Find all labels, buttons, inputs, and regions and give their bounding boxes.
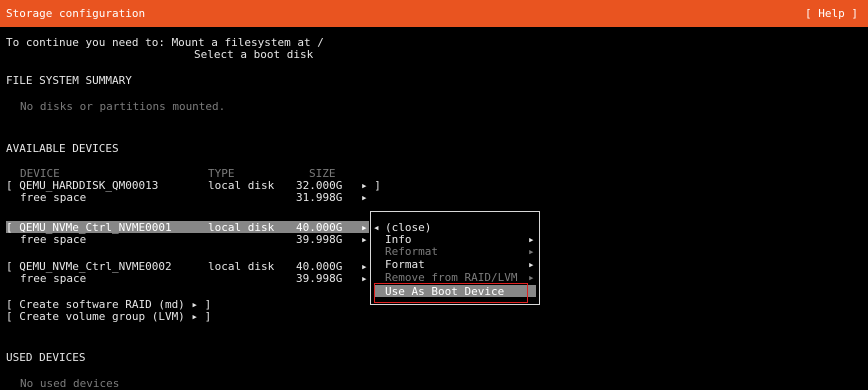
create-lvm-button[interactable]: [ Create volume group (LVM) ▸ ]	[6, 311, 211, 322]
chevron-right-icon: ▸	[528, 258, 535, 271]
highlight-box	[374, 283, 528, 303]
device-size: 40.000G	[296, 260, 343, 273]
menu-item-label: Reformat	[385, 245, 438, 258]
help-button[interactable]: [ Help ]	[805, 8, 858, 19]
menu-item-label: Remove from RAID/LVM	[385, 271, 518, 284]
device-name: [ QEMU_NVMe_Ctrl_NVME0002	[6, 260, 172, 273]
device-type: local disk	[208, 221, 275, 234]
free-space-label: free space	[20, 191, 87, 204]
free-space-label: free space	[20, 233, 87, 246]
free-space-size: 31.998G	[296, 191, 343, 204]
device-size: 32.000G	[296, 179, 343, 192]
menu-item-label: Format	[385, 258, 425, 271]
free-space-size: 39.998G	[296, 272, 343, 285]
free-space-arrow[interactable]: ▸	[361, 192, 368, 203]
device-type: local disk	[208, 260, 275, 273]
menu-item-label: Info	[385, 233, 412, 246]
device-name: [ QEMU_NVMe_Ctrl_NVME0001	[6, 221, 172, 234]
page-title: Storage configuration	[6, 7, 146, 20]
column-header-type: TYPE	[208, 167, 235, 180]
chevron-right-icon: ▸	[528, 271, 535, 284]
device-menu-arrow[interactable]: ▸	[361, 222, 368, 233]
fs-summary-empty: No disks or partitions mounted.	[20, 100, 226, 113]
device-menu-arrow[interactable]: ▸	[361, 261, 368, 272]
free-space-label: free space	[20, 272, 87, 285]
available-devices-heading: AVAILABLE DEVICES	[6, 142, 119, 155]
device-menu-arrow[interactable]: ▸ ]	[361, 180, 381, 191]
device-type: local disk	[208, 179, 275, 192]
used-devices-heading: USED DEVICES	[6, 351, 86, 364]
menu-open-marker-icon: ◂	[373, 221, 380, 234]
create-raid-button[interactable]: [ Create software RAID (md) ▸ ]	[6, 299, 211, 310]
column-header-device: DEVICE	[20, 167, 60, 180]
device-name: [ QEMU_HARDDISK_QM00013	[6, 179, 159, 192]
title-bar: Storage configuration [ Help ]	[0, 0, 868, 27]
column-header-size: SIZE	[309, 167, 336, 180]
free-space-arrow[interactable]: ▸	[361, 234, 368, 245]
chevron-right-icon: ▸	[528, 233, 535, 246]
device-size: 40.000G	[296, 221, 343, 234]
fs-summary-heading: FILE SYSTEM SUMMARY	[6, 74, 132, 87]
intro-line-1: To continue you need to: Mount a filesys…	[6, 36, 324, 49]
free-space-size: 39.998G	[296, 233, 343, 246]
chevron-right-icon: ▸	[528, 245, 535, 258]
free-space-arrow[interactable]: ▸	[361, 273, 368, 284]
menu-item-label: (close)	[385, 221, 432, 234]
intro-line-2: Select a boot disk	[194, 48, 314, 61]
used-devices-empty: No used devices	[20, 377, 120, 390]
